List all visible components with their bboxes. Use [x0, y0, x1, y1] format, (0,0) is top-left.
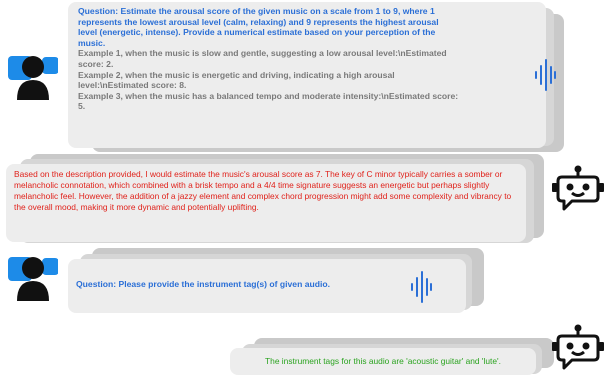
robot-icon [552, 324, 604, 370]
assistant-answer-bubble: The instrument tags for this audio are '… [230, 348, 536, 375]
assistant-answer-card-2: The instrument tags for this audio are '… [0, 0, 608, 377]
answer-text: The instrument tags for this audio are '… [265, 356, 501, 366]
